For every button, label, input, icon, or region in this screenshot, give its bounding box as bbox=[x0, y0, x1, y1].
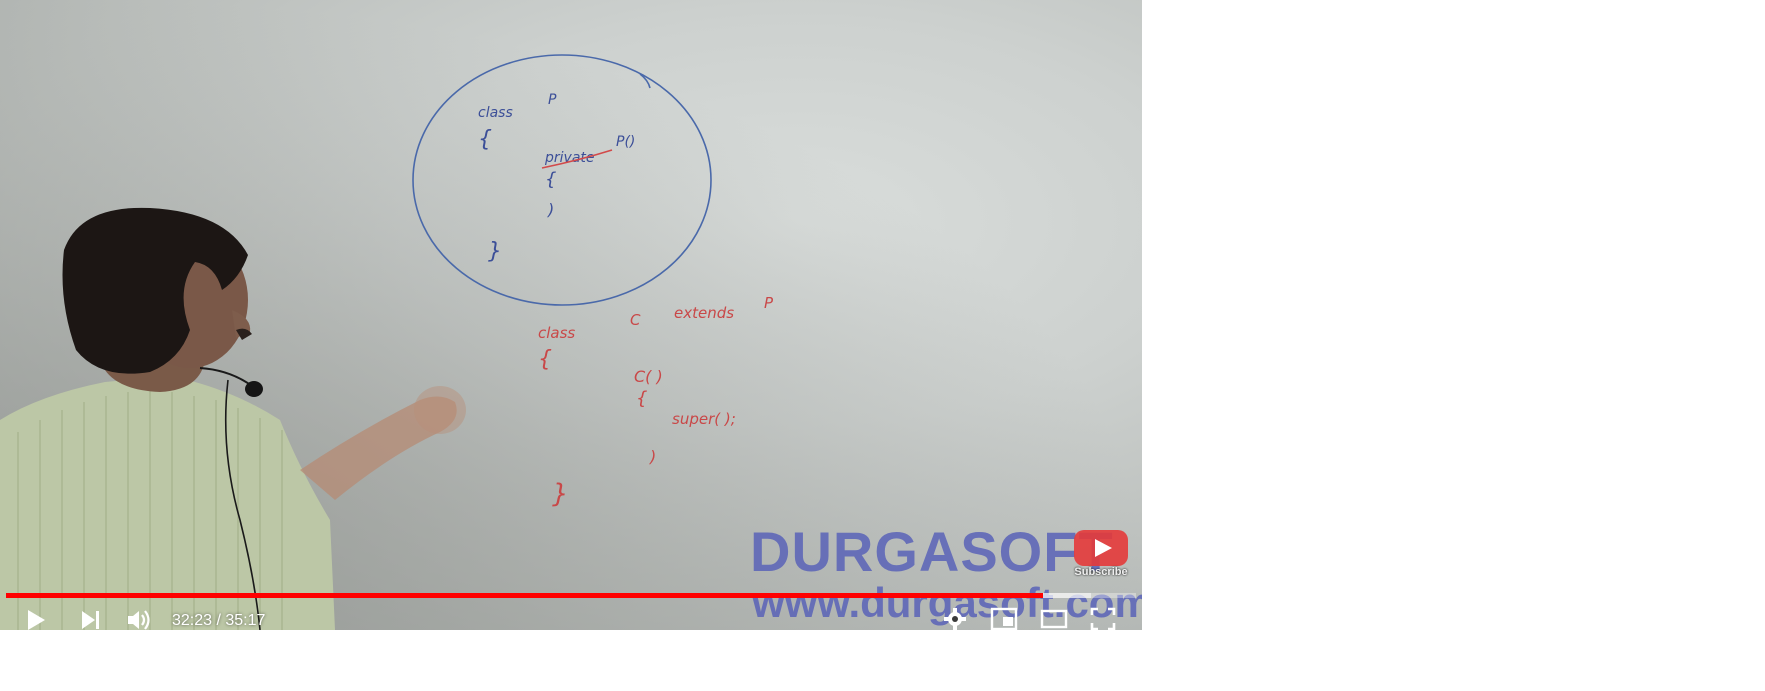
svg-text:): ) bbox=[649, 447, 656, 466]
svg-text:{: { bbox=[538, 347, 552, 372]
svg-text:{: { bbox=[545, 169, 556, 190]
fullscreen-icon[interactable] bbox=[1090, 607, 1116, 630]
gear-icon[interactable] bbox=[943, 607, 967, 630]
volume-icon[interactable] bbox=[126, 609, 154, 630]
next-icon[interactable] bbox=[80, 609, 102, 630]
svg-text:{: { bbox=[478, 127, 492, 152]
play-icon[interactable] bbox=[26, 609, 46, 630]
svg-text:super( );: super( ); bbox=[672, 410, 736, 428]
watermark-title: DURGASOFT bbox=[750, 520, 1114, 583]
svg-text:): ) bbox=[547, 200, 554, 219]
svg-text:P(): P() bbox=[616, 134, 635, 150]
svg-text:class: class bbox=[538, 324, 575, 342]
time-display: 32:23 / 35:17 bbox=[172, 612, 266, 629]
youtube-logo-icon bbox=[1074, 530, 1128, 566]
svg-text:P: P bbox=[548, 92, 557, 108]
theater-icon[interactable] bbox=[1040, 607, 1068, 630]
svg-text:C( ): C( ) bbox=[634, 367, 663, 386]
svg-text:}: } bbox=[552, 479, 569, 509]
progress-played bbox=[6, 593, 1043, 598]
svg-text:class: class bbox=[478, 105, 513, 121]
svg-text:C: C bbox=[630, 311, 641, 329]
svg-text:}: } bbox=[488, 239, 502, 264]
svg-text:{: { bbox=[636, 388, 647, 409]
video-player[interactable]: class P { private P() { ) } class C exte… bbox=[0, 0, 1142, 630]
svg-text:extends: extends bbox=[674, 304, 734, 322]
svg-text:P: P bbox=[764, 294, 774, 312]
miniplayer-icon[interactable] bbox=[990, 607, 1018, 630]
player-controls: 32:23 / 35:17 bbox=[0, 603, 1142, 630]
progress-bar[interactable] bbox=[6, 593, 1136, 598]
subscribe-label: Subscribe bbox=[1074, 566, 1128, 578]
